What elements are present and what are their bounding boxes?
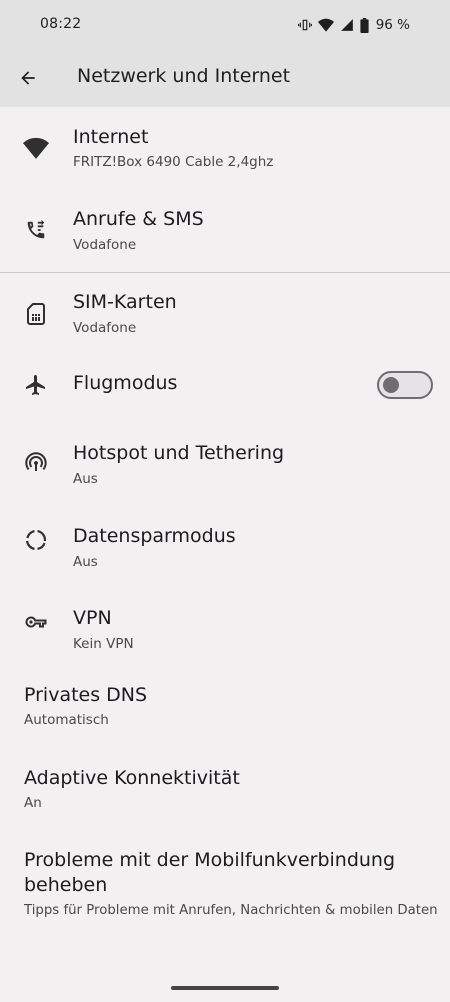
- internet-title: Internet: [73, 126, 149, 148]
- signal-icon: [340, 18, 354, 32]
- adaptive-connectivity-subtitle: An: [24, 795, 42, 811]
- troubleshoot-mobile-item[interactable]: Probleme mit der Mobilfunkverbindung beh…: [0, 830, 450, 938]
- private-dns-item[interactable]: Privates DNS Automatisch: [0, 664, 450, 747]
- data-saver-item[interactable]: Datensparmodus Aus: [0, 498, 450, 581]
- airplane-icon: [22, 371, 50, 399]
- internet-subtitle: FRITZ!Box 6490 Cable 2,4ghz: [73, 154, 274, 170]
- airplane-mode-toggle[interactable]: [377, 371, 433, 399]
- page-title: Netzwerk und Internet: [77, 65, 291, 87]
- private-dns-title: Privates DNS: [24, 684, 148, 706]
- sim-cards-title: SIM-Karten: [73, 291, 177, 313]
- wifi-icon: [22, 134, 50, 162]
- wifi-icon: [317, 18, 334, 32]
- calls-sms-title: Anrufe & SMS: [73, 208, 204, 230]
- vpn-title: VPN: [73, 607, 112, 629]
- status-bar: 08:22 96 %: [0, 0, 450, 50]
- gesture-nav-handle[interactable]: [171, 986, 279, 990]
- sim-cards-item[interactable]: SIM-Karten Vodafone: [0, 273, 450, 355]
- hotspot-icon: [22, 448, 50, 476]
- calls-sms-item[interactable]: Anrufe & SMS Vodafone: [0, 189, 450, 272]
- phone-forward-icon: [22, 216, 50, 244]
- status-icons: 96 %: [297, 15, 410, 35]
- data-saver-icon: [22, 526, 50, 554]
- back-button[interactable]: [12, 62, 44, 94]
- troubleshoot-mobile-subtitle: Tipps für Probleme mit Anrufen, Nachrich…: [24, 903, 438, 918]
- vpn-item[interactable]: VPN Kein VPN: [0, 581, 450, 664]
- hotspot-title: Hotspot und Tethering: [73, 442, 285, 464]
- battery-icon: [360, 17, 369, 33]
- vpn-subtitle: Kein VPN: [73, 636, 134, 652]
- internet-item[interactable]: Internet FRITZ!Box 6490 Cable 2,4ghz: [0, 107, 450, 189]
- app-bar: Netzwerk und Internet: [0, 50, 450, 107]
- adaptive-connectivity-item[interactable]: Adaptive Konnektivität An: [0, 747, 450, 830]
- data-saver-title: Datensparmodus: [73, 525, 236, 547]
- sim-card-icon: [22, 300, 50, 328]
- toggle-knob: [383, 377, 399, 393]
- private-dns-subtitle: Automatisch: [24, 712, 109, 728]
- data-saver-subtitle: Aus: [73, 554, 98, 570]
- adaptive-connectivity-title: Adaptive Konnektivität: [24, 767, 240, 789]
- arrow-back-icon: [21, 71, 35, 85]
- hotspot-subtitle: Aus: [73, 471, 98, 487]
- troubleshoot-mobile-title: Probleme mit der Mobilfunkverbindung beh…: [24, 849, 396, 896]
- calls-sms-subtitle: Vodafone: [73, 237, 137, 253]
- sim-cards-subtitle: Vodafone: [73, 320, 137, 336]
- hotspot-item[interactable]: Hotspot und Tethering Aus: [0, 415, 450, 498]
- airplane-mode-title: Flugmodus: [73, 372, 178, 394]
- battery-percent: 96 %: [375, 17, 410, 33]
- vibrate-icon: [297, 18, 312, 32]
- airplane-mode-item[interactable]: Flugmodus: [0, 355, 450, 415]
- key-icon: [22, 608, 50, 636]
- status-time: 08:22: [40, 16, 82, 32]
